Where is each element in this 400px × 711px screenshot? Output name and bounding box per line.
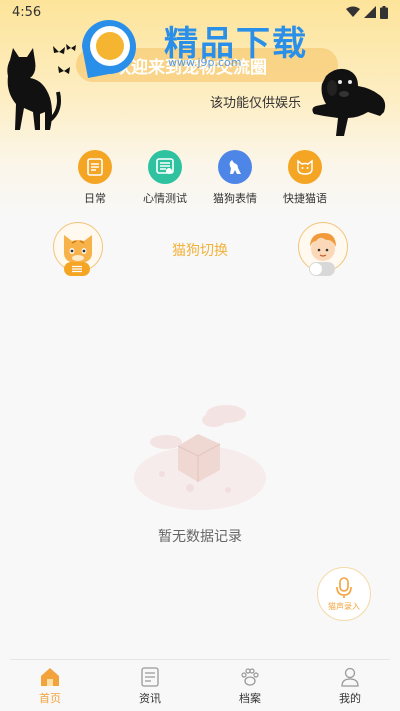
- paw-icon: [241, 668, 259, 686]
- feature-pet-stickers[interactable]: 猫狗表情: [200, 150, 270, 206]
- feature-cat-language[interactable]: 快捷猫语: [270, 150, 340, 206]
- cat-silhouette-icon: [7, 48, 61, 130]
- feature-daily[interactable]: 日常: [60, 150, 130, 206]
- empty-state-text: 暂无数据记录: [158, 529, 242, 545]
- cat-avatar-icon: [64, 235, 92, 263]
- watermark-logo-icon: [82, 20, 136, 78]
- empty-box-illustration-icon: [134, 405, 266, 510]
- menu-lines-icon: [72, 265, 82, 273]
- status-time: 4:56: [12, 4, 42, 20]
- microphone-icon: [336, 576, 352, 598]
- butterfly-icon: [53, 46, 65, 54]
- feature-pet-stickers-label: 猫狗表情: [213, 192, 257, 205]
- boy-avatar-icon: [310, 233, 336, 261]
- record-button-label: 猫声录入: [328, 601, 360, 611]
- watermark: 精品下载 www.j9p.com: [60, 8, 350, 88]
- switch-title: 猫狗切换: [172, 243, 228, 259]
- home-icon: [41, 668, 59, 686]
- cat-face-icon: [288, 150, 322, 184]
- feature-mood-test-label: 心情测试: [143, 192, 187, 205]
- entertainment-notice: 该功能仅供娱乐: [210, 96, 302, 111]
- feature-shortcuts: 日常 心情测试 猫狗表情 快捷猫语: [60, 150, 340, 206]
- cat-dog-switch: 猫狗切换: [0, 220, 400, 280]
- nav-news-label: 资讯: [139, 692, 161, 705]
- bottom-nav: 首页 资讯 档案 我的: [10, 659, 390, 711]
- status-icons: [346, 5, 388, 19]
- watermark-url: www.j9p.com: [168, 56, 242, 69]
- butterfly-icon: [66, 44, 76, 51]
- nav-profile-label: 我的: [339, 692, 361, 705]
- cat-toggle[interactable]: [64, 262, 90, 276]
- feature-daily-label: 日常: [84, 192, 106, 205]
- dog-silhouette-icon: [312, 68, 386, 136]
- nav-archive-label: 档案: [239, 692, 261, 705]
- feature-cat-language-label: 快捷猫语: [283, 192, 327, 205]
- note-icon: [78, 150, 112, 184]
- butterfly-icon: [58, 66, 70, 74]
- nav-home[interactable]: 首页: [10, 660, 90, 711]
- battery-icon: [380, 5, 388, 19]
- news-icon: [141, 667, 159, 687]
- nav-archive[interactable]: 档案: [210, 660, 290, 711]
- nav-profile[interactable]: 我的: [310, 660, 390, 711]
- user-icon: [341, 667, 359, 687]
- nav-news[interactable]: 资讯: [110, 660, 190, 711]
- dog-toggle[interactable]: [309, 262, 335, 276]
- nav-home-label: 首页: [39, 692, 61, 705]
- cat-sound-record-button[interactable]: 猫声录入: [317, 567, 371, 621]
- feature-mood-test[interactable]: 心情测试: [130, 150, 200, 206]
- signal-icon: [364, 6, 376, 18]
- mood-test-icon: [148, 150, 182, 184]
- dog-toggle-knob: [310, 263, 322, 275]
- dog-sticker-icon: [218, 150, 252, 184]
